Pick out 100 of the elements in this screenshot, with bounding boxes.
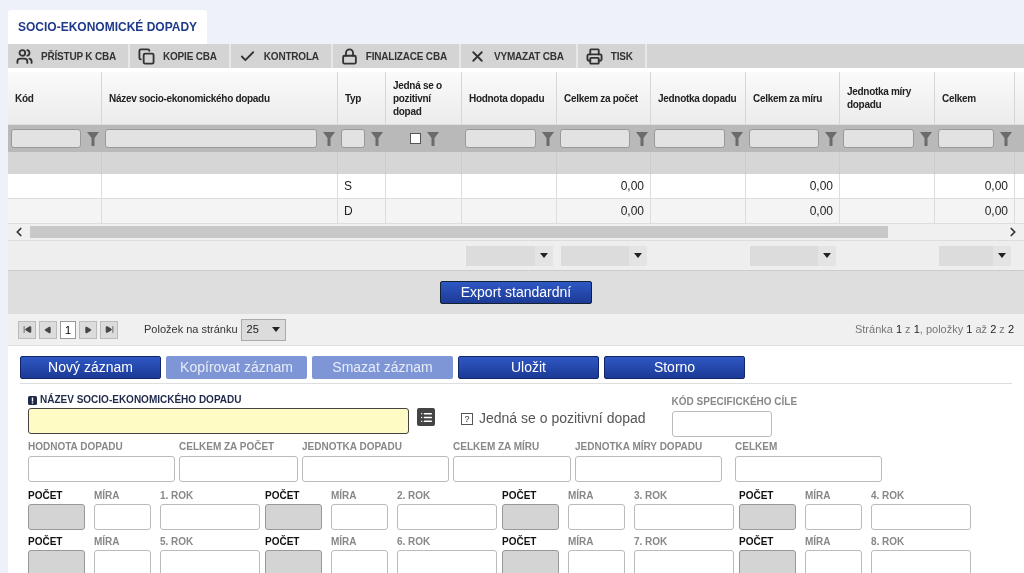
page-number-field[interactable]: 1 (60, 320, 76, 339)
aggregate-dropdown[interactable] (750, 245, 836, 266)
field-label: 2. ROK (397, 490, 432, 502)
column-header[interactable]: Celkem (942, 91, 976, 105)
column-header[interactable]: Celkem za počet (564, 91, 638, 105)
column-header[interactable]: Jedná se o pozitivní dopad (393, 78, 454, 118)
filter-icon[interactable] (542, 131, 554, 146)
help-icon[interactable]: ? (461, 412, 473, 425)
column-header[interactable]: Hodnota dopadu (469, 91, 545, 105)
toolbar-button[interactable]: PŘÍSTUP K CBA (8, 44, 130, 68)
year-field[interactable] (634, 504, 734, 530)
aggregate-dropdown[interactable] (939, 245, 1011, 266)
filter-icon[interactable] (920, 131, 932, 146)
count-field (739, 550, 796, 573)
column-header[interactable]: Kód (15, 91, 34, 105)
measure-field[interactable] (568, 504, 625, 530)
table-cell-text: 0,00 (809, 178, 833, 195)
field-label: CELKEM ZA MÍRU (453, 441, 541, 453)
year-field[interactable] (397, 550, 497, 573)
measure-field[interactable] (331, 550, 388, 573)
filter-checkbox[interactable] (409, 133, 421, 144)
column-header[interactable]: Celkem za míru (753, 91, 823, 105)
list-icon[interactable] (417, 408, 435, 426)
value-field[interactable] (302, 456, 449, 482)
measure-field[interactable] (805, 504, 862, 530)
measure-field[interactable] (568, 550, 625, 573)
year-field[interactable] (871, 550, 971, 573)
export-button[interactable]: Export standardní (439, 281, 593, 304)
year-field[interactable] (634, 550, 734, 573)
filter-icon[interactable] (371, 131, 383, 146)
next-page-button[interactable] (79, 320, 97, 339)
year-field[interactable] (397, 504, 497, 530)
filter-icon[interactable] (636, 131, 648, 146)
field-label: 8. ROK (871, 536, 906, 548)
people-icon (16, 47, 33, 65)
field-label: POČET (265, 536, 301, 548)
filter-icon[interactable] (1000, 131, 1012, 146)
value-field[interactable] (179, 456, 298, 482)
filter-field[interactable] (843, 129, 914, 148)
filter-icon[interactable] (323, 131, 335, 146)
column-header[interactable]: Typ (345, 91, 362, 105)
year-field[interactable] (160, 550, 260, 573)
filter-field[interactable] (749, 129, 819, 148)
toolbar-button[interactable]: KONTROLA (230, 44, 333, 68)
column-header[interactable]: Název socio-ekonomického dopadu (109, 91, 270, 105)
filter-icon[interactable] (426, 131, 439, 146)
caret-icon (998, 253, 1006, 258)
action-button[interactable]: Nový záznam (20, 356, 161, 379)
filter-field[interactable] (654, 129, 725, 148)
field-label: MÍRA (94, 490, 121, 502)
value-field[interactable] (28, 456, 175, 482)
toolbar-button[interactable]: VYMAZAT CBA (460, 44, 578, 68)
filter-field[interactable] (560, 129, 630, 148)
aggregate-dropdown[interactable] (466, 245, 553, 266)
specific-goal-field[interactable] (671, 411, 772, 437)
filter-field[interactable] (465, 129, 536, 148)
measure-field[interactable] (805, 550, 862, 573)
year-field[interactable] (160, 504, 260, 530)
table-cell-text: 0,00 (620, 203, 644, 220)
table-cell-text: S (344, 178, 352, 195)
column-header[interactable]: Jednotka dopadu (658, 91, 737, 105)
count-field (502, 550, 559, 573)
measure-field[interactable] (331, 504, 388, 530)
table-cell-text: 0,00 (620, 178, 644, 195)
filter-field[interactable] (938, 129, 994, 148)
measure-field[interactable] (94, 550, 151, 573)
pagination-summary: Stránka 1 z 1, položky 1 až 2 z 2 (854, 322, 1014, 338)
toolbar-button[interactable]: FINALIZACE CBA (332, 44, 461, 68)
last-page-button[interactable] (100, 320, 118, 339)
action-button[interactable]: Storno (604, 356, 745, 379)
field-label: 7. ROK (634, 536, 669, 548)
printer-icon (585, 47, 603, 65)
column-header[interactable]: Jednotka míry dopadu (847, 85, 927, 111)
count-field (502, 504, 559, 530)
filter-field[interactable] (11, 129, 81, 148)
value-field[interactable] (735, 456, 882, 482)
year-field[interactable] (871, 504, 971, 530)
toolbar-button[interactable]: TISK (577, 44, 647, 68)
filter-icon[interactable] (87, 131, 99, 146)
field-label: MÍRA (568, 490, 595, 502)
first-page-icon (22, 325, 32, 334)
value-field[interactable] (575, 456, 722, 482)
toolbar-button[interactable]: KOPIE CBA (130, 44, 231, 68)
section-tab[interactable]: SOCIO-EKONOMICKÉ DOPADY (8, 10, 208, 44)
filter-icon[interactable] (731, 131, 743, 146)
action-button[interactable]: Uložit (458, 356, 599, 379)
per-page-dropdown[interactable]: 25 (240, 318, 286, 341)
value-field[interactable] (453, 456, 571, 482)
count-field (28, 504, 85, 530)
name-field[interactable] (28, 408, 409, 434)
filter-field[interactable] (341, 129, 365, 148)
table-cell-text: D (344, 203, 353, 220)
caret-icon (271, 327, 280, 332)
filter-field[interactable] (105, 129, 317, 148)
previous-page-button[interactable] (39, 320, 57, 339)
aggregate-dropdown[interactable] (561, 245, 647, 266)
count-field (739, 504, 796, 530)
measure-field[interactable] (94, 504, 151, 530)
filter-icon[interactable] (825, 131, 837, 146)
first-page-button[interactable] (18, 320, 36, 339)
